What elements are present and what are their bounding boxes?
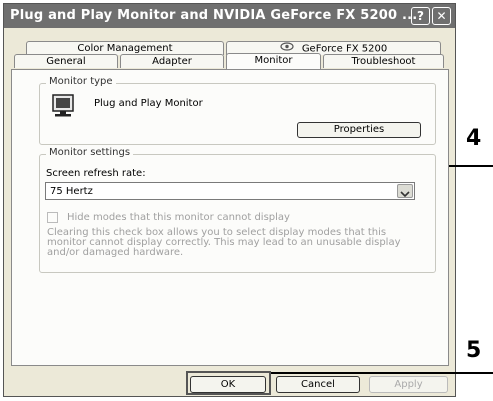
window-title: Plug and Play Monitor and NVIDIA GeForce… bbox=[10, 8, 418, 23]
tab-troubleshoot[interactable]: Troubleshoot bbox=[323, 54, 444, 68]
description-line: and/or damaged hardware. bbox=[47, 247, 184, 258]
refresh-rate-value: 75 Hertz bbox=[50, 186, 93, 197]
cancel-button[interactable]: Cancel bbox=[276, 376, 360, 393]
monitor-name: Plug and Play Monitor bbox=[94, 98, 203, 109]
chevron-down-icon[interactable] bbox=[397, 184, 413, 198]
properties-button[interactable]: Properties bbox=[297, 122, 421, 138]
monitor-icon bbox=[52, 94, 74, 122]
monitor-type-legend: Monitor type bbox=[46, 76, 116, 87]
callout-label-5: 5 bbox=[466, 338, 482, 363]
title-bar[interactable]: Plug and Play Monitor and NVIDIA GeForce… bbox=[4, 4, 455, 28]
refresh-rate-select[interactable]: 75 Hertz bbox=[45, 182, 415, 200]
display-properties-dialog: Plug and Play Monitor and NVIDIA GeForce… bbox=[3, 3, 456, 397]
monitor-settings-group: Monitor settings Screen refresh rate: 75… bbox=[39, 147, 436, 273]
monitor-settings-legend: Monitor settings bbox=[46, 147, 134, 158]
hide-modes-description: Clearing this check box allows you to se… bbox=[47, 228, 401, 258]
close-button[interactable]: ✕ bbox=[432, 7, 451, 25]
help-button[interactable]: ? bbox=[411, 7, 430, 25]
monitor-tab-panel: Monitor type Plug and Play Monitor Prope… bbox=[11, 69, 449, 366]
callout-label-4: 4 bbox=[466, 126, 482, 151]
tab-monitor[interactable]: Monitor bbox=[226, 53, 321, 69]
tab-adapter[interactable]: Adapter bbox=[120, 54, 224, 68]
tab-color-management[interactable]: Color Management bbox=[26, 41, 224, 55]
monitor-type-group: Monitor type Plug and Play Monitor Prope… bbox=[39, 76, 436, 145]
ok-button-highlight bbox=[186, 371, 271, 395]
refresh-rate-label: Screen refresh rate: bbox=[46, 168, 146, 179]
hide-modes-label: Hide modes that this monitor cannot disp… bbox=[67, 212, 290, 223]
hide-modes-checkbox[interactable] bbox=[47, 212, 58, 223]
callout-line-5 bbox=[271, 372, 493, 374]
apply-button[interactable]: Apply bbox=[369, 376, 448, 393]
tab-general[interactable]: General bbox=[14, 54, 118, 68]
